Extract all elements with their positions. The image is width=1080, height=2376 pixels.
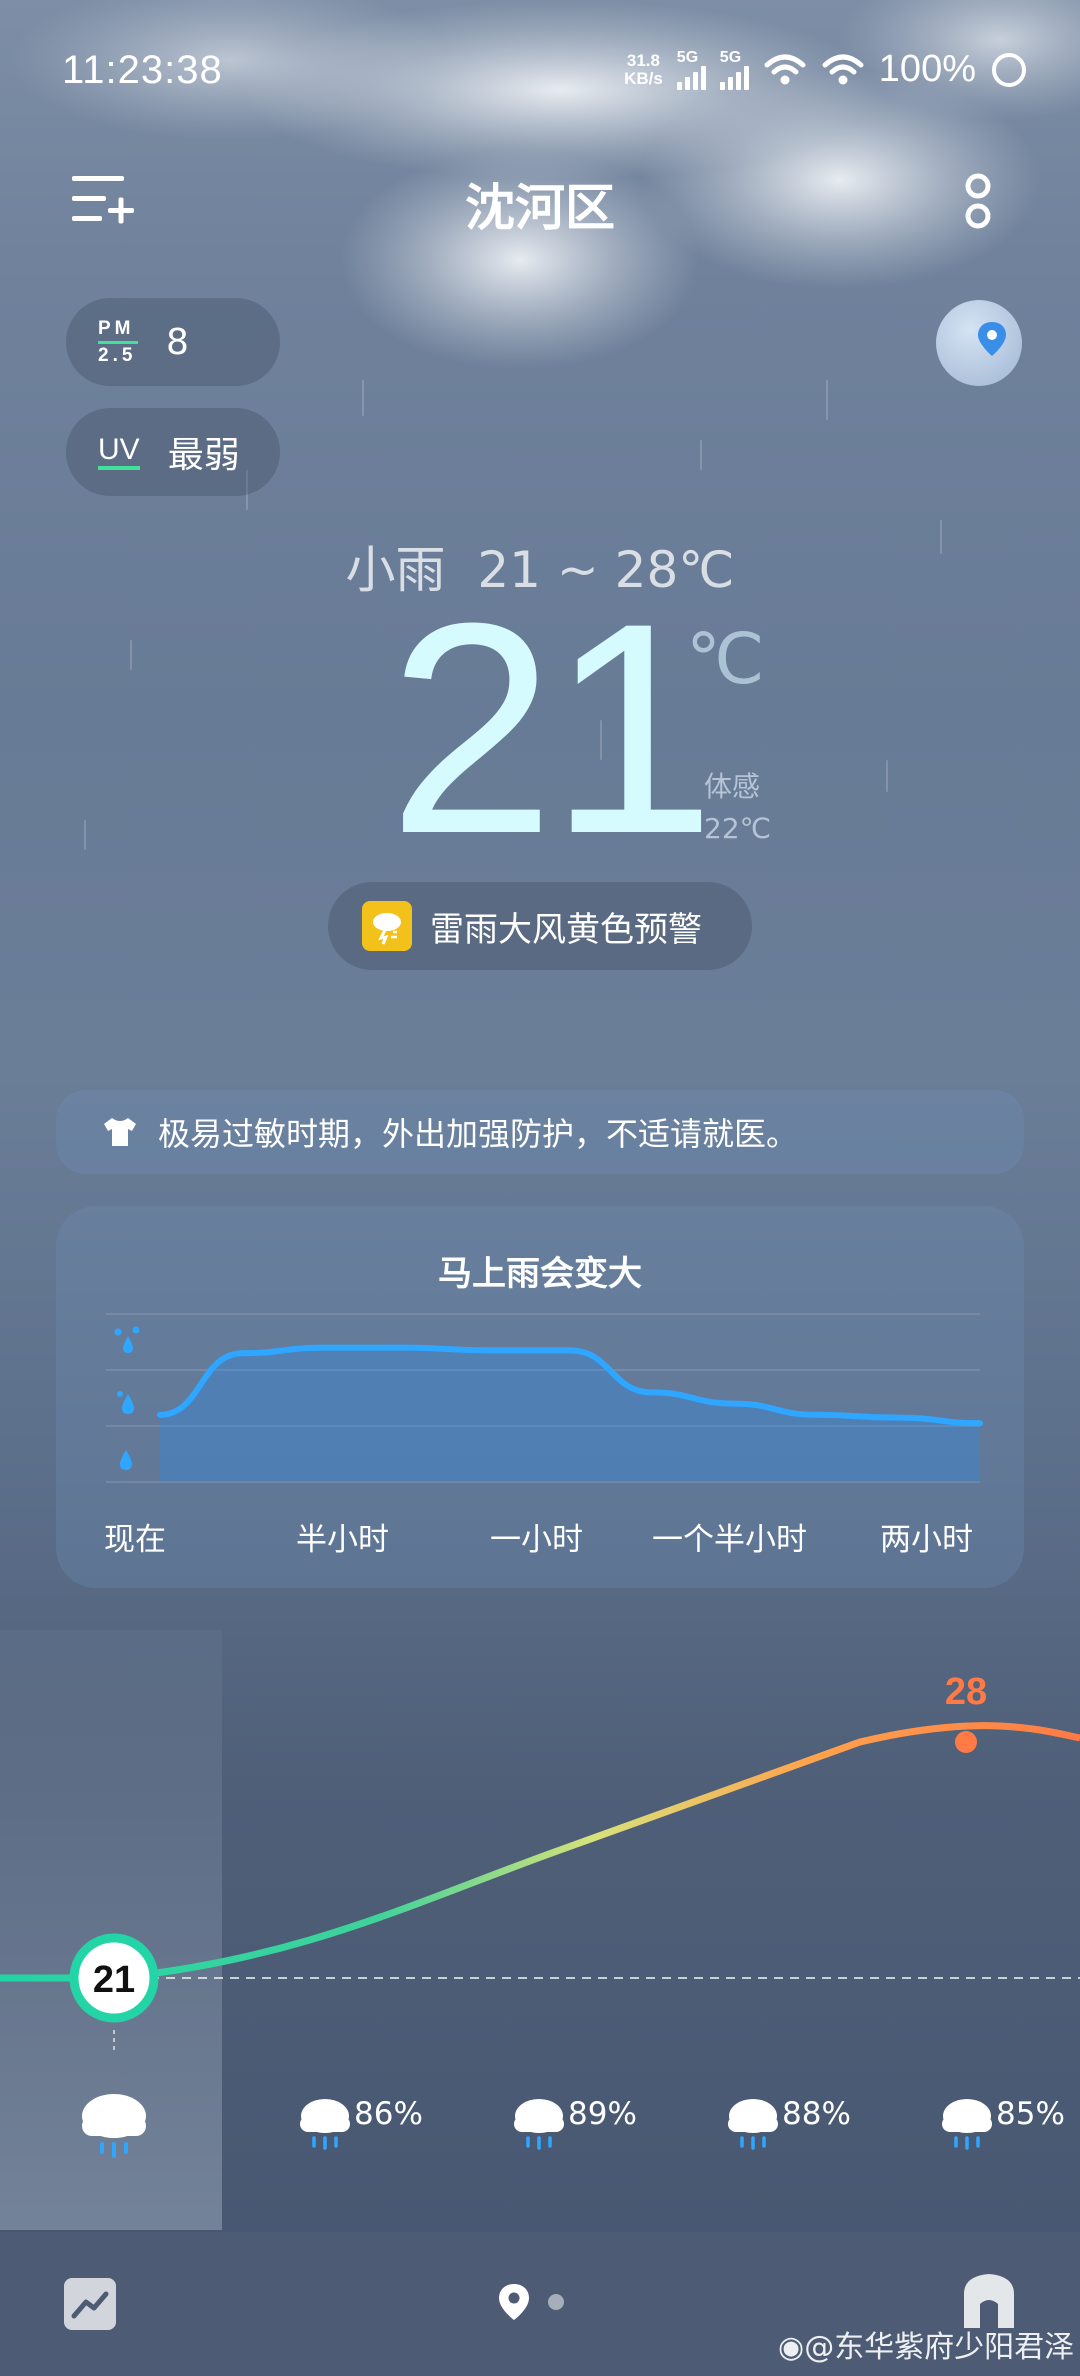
precip-probability: 86%	[354, 2096, 423, 2132]
hourly-item[interactable]: 88%	[724, 2096, 851, 2152]
uv-badge[interactable]: UV 最弱	[66, 408, 280, 496]
precip-probability: 88%	[782, 2096, 851, 2132]
net-speed: 31.8 KB/s	[624, 50, 663, 88]
battery-level: 100%	[878, 48, 976, 90]
status-indicators: 31.8 KB/s 5G 5G 100%	[624, 48, 1028, 91]
pm25-label: PM 2.5	[98, 317, 138, 366]
map-button[interactable]	[936, 300, 1022, 386]
rain-axis-label: 半小时	[296, 1522, 389, 1558]
shirt-icon	[104, 1118, 136, 1146]
rain-cloud-icon	[514, 2099, 564, 2150]
more-options-icon[interactable]	[960, 170, 996, 234]
page-title: 沈河区	[465, 179, 615, 237]
rain-axis-label: 两小时	[880, 1522, 973, 1558]
rain-cloud-icon	[82, 2094, 146, 2158]
location-pin-icon	[978, 322, 1006, 356]
current-temperature: 21	[388, 560, 716, 896]
rain-axis-label: 现在	[104, 1522, 166, 1558]
watermark: ◉@东华紫府少阳君泽	[778, 2330, 1075, 2365]
moderate-rain-drop-small	[117, 1391, 123, 1397]
rain-intensity-icons	[114, 1326, 140, 1470]
rain-axis-label: 一小时	[490, 1522, 583, 1558]
heavy-rain-drop-icon	[123, 1336, 133, 1353]
location-page-indicator-icon[interactable]	[496, 2282, 532, 2322]
wifi-icon	[764, 54, 806, 84]
feels-like: 体感 22℃	[704, 766, 771, 850]
health-tip[interactable]: 极易过敏时期，外出加强防护，不适请就医。	[56, 1090, 1024, 1174]
precip-probability: 89%	[568, 2096, 637, 2132]
battery-icon	[992, 52, 1026, 87]
page-indicator-dot[interactable]	[548, 2294, 564, 2310]
uv-label: UV	[98, 434, 140, 470]
status-time: 11:23:38	[62, 48, 223, 92]
signal-sim1-icon: 5G	[676, 49, 706, 90]
hourly-item[interactable]: 85%	[938, 2096, 1065, 2152]
pm25-badge[interactable]: PM 2.5 8	[66, 298, 280, 386]
rain-forecast-card[interactable]: 马上雨会变大 现在 半小时 一小时 一个半小时 两小时	[56, 1206, 1024, 1588]
max-temp-label: 28	[945, 1671, 987, 1713]
temperature-unit: ℃	[686, 620, 765, 698]
light-rain-drop-icon	[120, 1450, 132, 1470]
wifi-icon-2	[822, 54, 864, 84]
hourly-item[interactable]: 86%	[296, 2096, 423, 2152]
rain-axis-label: 一个半小时	[652, 1522, 807, 1558]
precip-probability: 85%	[996, 2096, 1065, 2132]
current-temp-label: 21	[93, 1959, 135, 2001]
rain-cloud-icon	[728, 2099, 778, 2150]
uv-value: 最弱	[167, 435, 240, 476]
moderate-rain-drop-icon	[122, 1394, 134, 1414]
weather-warning-button[interactable]: 雷雨大风黄色预警	[328, 882, 752, 970]
temperature-curve	[0, 1722, 1080, 1982]
storm-warning-icon	[362, 901, 412, 951]
pm25-value: 8	[166, 321, 189, 363]
hourly-item[interactable]: 89%	[510, 2096, 637, 2152]
signal-sim2-icon: 5G	[719, 49, 749, 90]
rain-cloud-icon	[942, 2099, 992, 2150]
feels-like-value: 22℃	[704, 812, 772, 845]
max-temp-marker	[955, 1731, 977, 1753]
health-tip-text: 极易过敏时期，外出加强防护，不适请就医。	[158, 1115, 799, 1153]
trend-chart-icon[interactable]	[62, 2276, 118, 2332]
weibo-logo-icon: ◉	[778, 2330, 805, 2365]
rain-cloud-icon	[300, 2099, 350, 2150]
warning-text: 雷雨大风黄色预警	[430, 909, 702, 950]
